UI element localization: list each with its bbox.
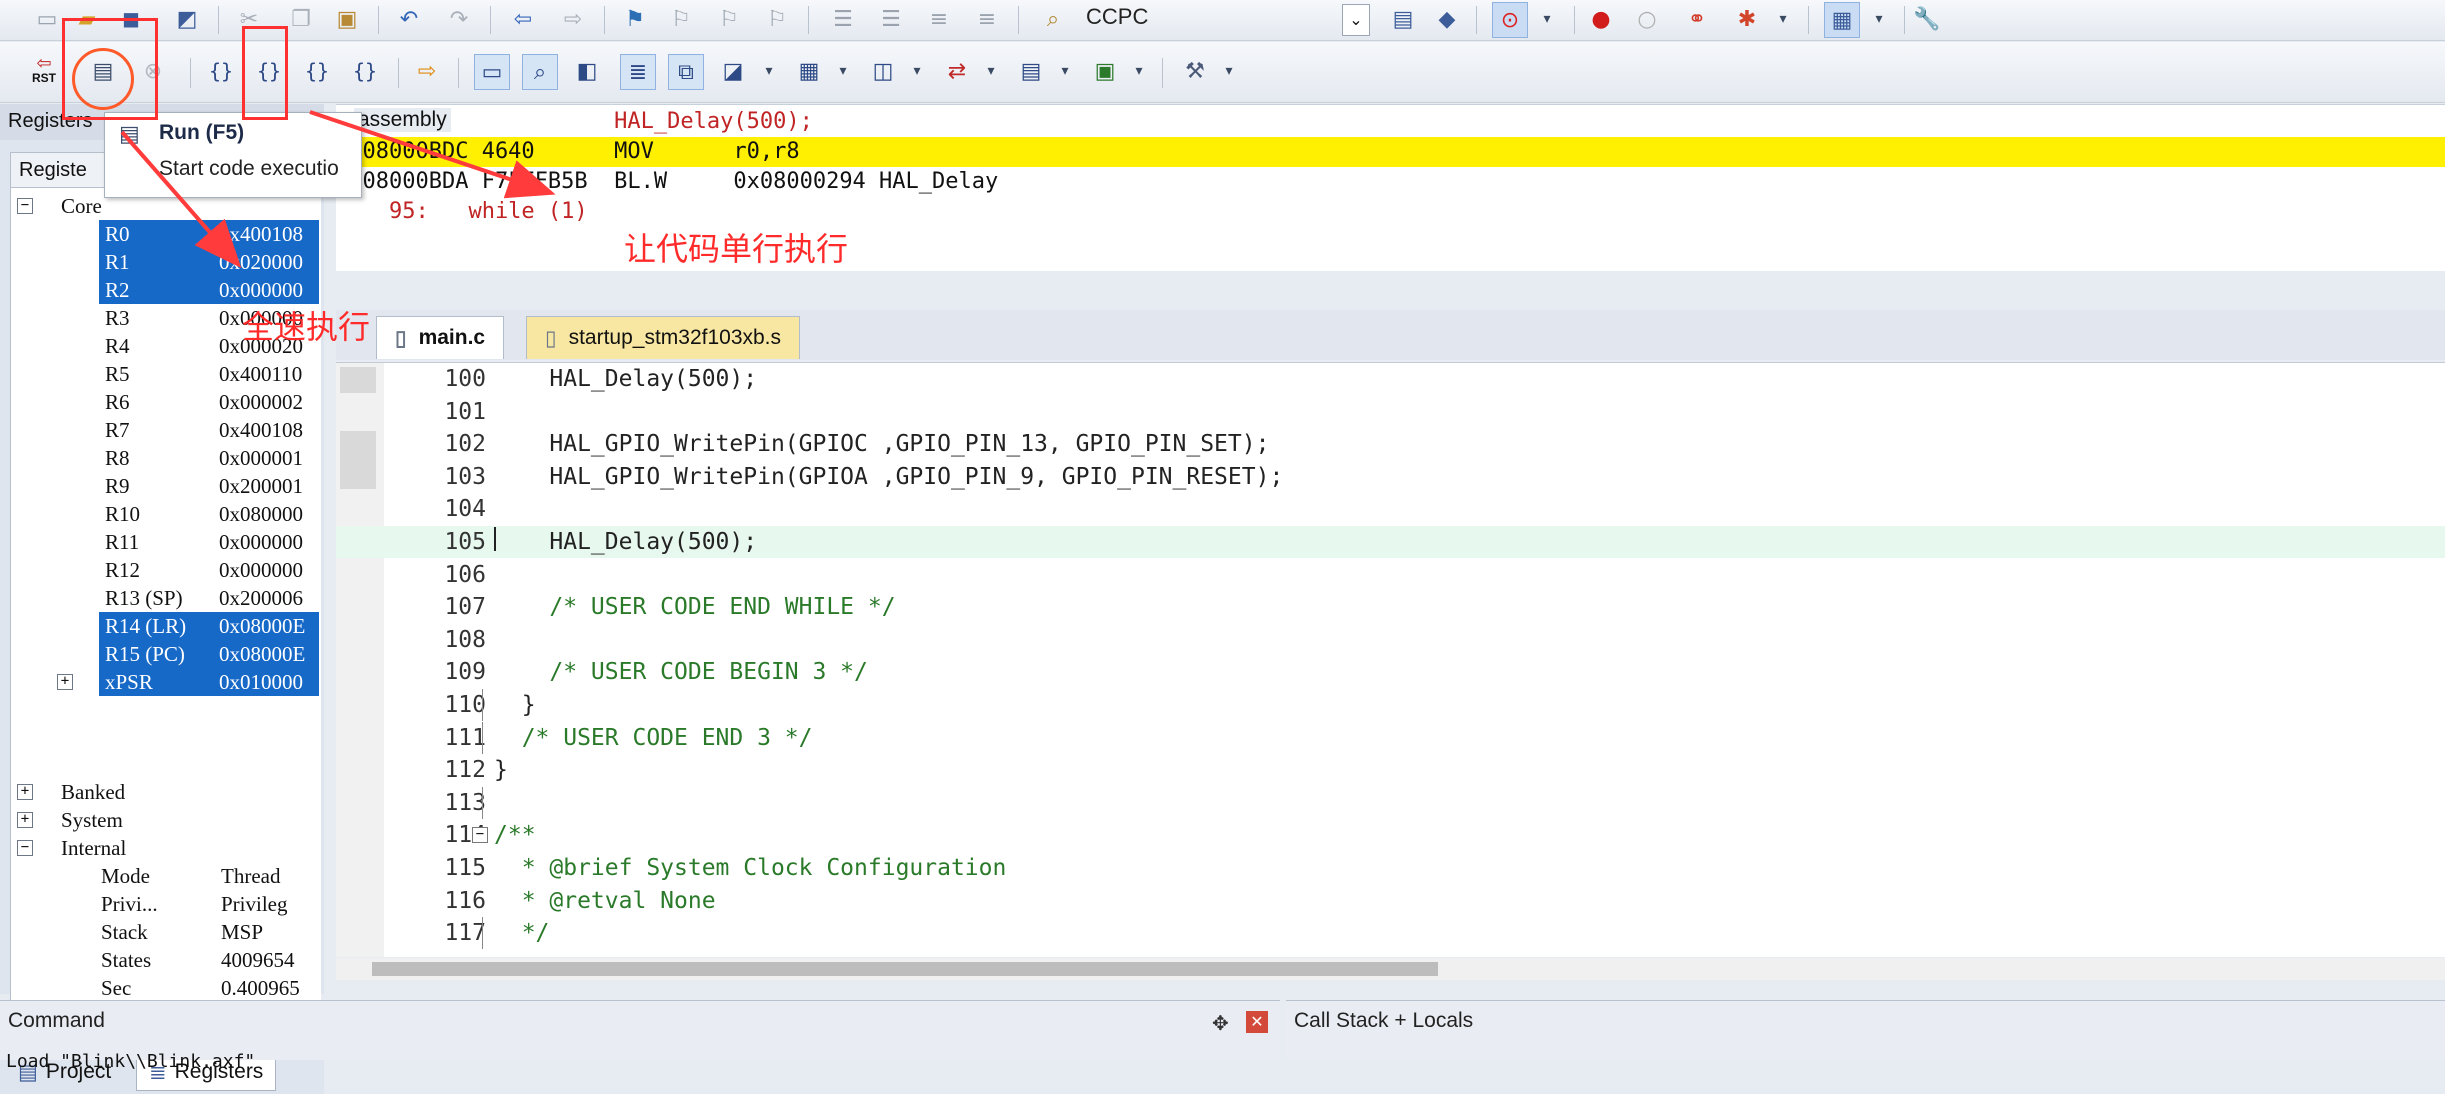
arrow-to-step-label — [309, 110, 556, 199]
arrow-to-run-label — [120, 130, 242, 269]
annotation-arrows — [120, 110, 556, 269]
annotation-run-label: 全速执行 — [242, 308, 371, 346]
annotation-step-label: 让代码单行执行 — [624, 230, 849, 268]
